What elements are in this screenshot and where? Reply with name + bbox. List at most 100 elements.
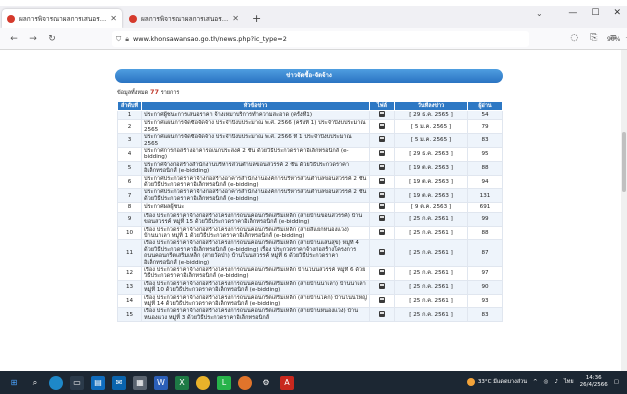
file-download-icon[interactable] [379,310,385,317]
news-title-link[interactable]: ประกาศจ้างก่อสร้างสำนักงานบริหารส่วนตำบล… [141,160,370,176]
language-indicator[interactable]: ไทย [564,378,574,386]
view-count: 79 [467,119,503,135]
notification-icon[interactable]: ▢ [614,379,619,385]
file-download-icon[interactable] [379,282,385,289]
view-count: 94 [467,174,503,190]
table-row[interactable]: 11 เรื่อง ประกวดราคาจ้างก่อสร้างโครงการถน… [117,239,503,267]
browser-tab-1[interactable]: ผลการพิจารณาผลการเสนอราคาประกวด ✕ [2,9,122,28]
table-row[interactable]: 8 ประกาศผลผู้ชนะ [ 9 ต.ค. 2563 ] 691 [117,202,503,213]
pocket-icon[interactable]: ◌ [570,33,578,43]
file-download-icon[interactable] [379,177,385,184]
news-title-link[interactable]: เรื่อง ประกวดราคาจ้างก่อสร้างโครงการถนนค… [141,239,370,267]
news-title-link[interactable]: เรื่อง ประกวดราคาจ้างก่อสร้างโครงการถนนค… [141,225,370,241]
file-download-icon[interactable] [379,191,385,198]
news-title-link[interactable]: ประกาศผู้ชนะการเสนอราคา จ้างเหมาบริการทำ… [141,109,370,121]
table-row[interactable]: 13 เรื่อง ประกวดราคาจ้างก่อสร้างโครงการถน… [117,279,503,295]
tab-close-icon[interactable]: ✕ [232,14,239,23]
col-header-file: ไฟล์ [369,101,395,111]
news-title-link[interactable]: เรื่อง ประกวดราคาจ้างก่อสร้างโครงการถนนค… [141,279,370,295]
maximize-icon[interactable]: ☐ [591,8,599,18]
reload-icon[interactable]: ↻ [47,34,57,44]
table-row[interactable]: 9 เรื่อง ประกวดราคาจ้างก่อสร้างโครงการถนน… [117,211,503,227]
news-date: [ 25 ก.ค. 2561 ] [394,279,468,295]
forward-arrow-icon[interactable]: → [28,34,38,44]
url-bar[interactable]: ⛉ 🔒︎ www.khonsawansao.go.th/news.php?ic_… [112,31,627,47]
new-tab-button[interactable]: + [252,9,261,28]
line-icon[interactable]: L [217,375,231,390]
table-row[interactable]: 3 ประกาศแผนการจัดซื้อจัดจ้าง ประจำปีงบประ… [117,133,503,149]
excel-icon[interactable]: X [175,375,189,390]
table-row[interactable]: 12 เรื่อง ประกวดราคาจ้างก่อสร้างโครงการถน… [117,265,503,281]
mail-icon[interactable]: ✉ [112,375,126,390]
view-count: 93 [467,293,503,309]
file-download-icon[interactable] [379,164,385,171]
news-title-link[interactable]: เรื่อง ประกวดราคาจ้างก่อสร้างโครงการถนนค… [141,307,370,323]
news-title-link[interactable]: เรื่อง ประกวดราคาจ้างก่อสร้างโครงการถนนค… [141,293,370,309]
calculator-icon[interactable]: ▦ [133,375,147,390]
table-row[interactable]: 6 ประกาศประกวดราคาจ้างก่อสร้างอาคารสำนักง… [117,174,503,190]
scrollbar-thumb[interactable] [622,132,626,192]
back-arrow-icon[interactable]: ← [9,34,19,44]
speaker-icon[interactable]: ♪ [554,379,558,385]
network-icon[interactable]: ◎ [544,379,549,385]
edge-browser-icon[interactable] [49,375,63,390]
news-title-link[interactable]: ประกาศประกวดราคาจ้างก่อสร้างอาคารสำนักงา… [141,188,370,204]
tracking-shield-icon[interactable]: ⛉ [116,35,121,44]
firefox-icon[interactable] [238,375,252,390]
acrobat-icon[interactable]: A [280,375,294,390]
table-row[interactable]: 15 เรื่อง ประกวดราคาจ้างก่อสร้างโครงการถน… [117,307,503,323]
file-download-icon[interactable] [379,296,385,303]
view-count: 95 [467,147,503,162]
news-title-link[interactable]: เรื่อง ประกวดราคาจ้างก่อสร้างโครงการถนนค… [141,211,370,227]
file-download-icon[interactable] [379,214,385,221]
table-row[interactable]: 14 เรื่อง ประกวดราคาจ้างก่อสร้างโครงการถน… [117,293,503,309]
col-header-views: ผู้อ่าน [467,101,503,111]
minimize-icon[interactable]: — [568,8,577,18]
menu-icon[interactable]: ≡ [609,33,617,43]
news-title-link[interactable]: ประกาศการก่อสร้างอาคารอเนกประสงค์ 2 ชั้น… [141,147,370,162]
row-number: 3 [117,133,142,149]
file-download-icon[interactable] [379,150,385,157]
extensions-icon[interactable]: ⎘ [590,33,597,43]
task-view-icon[interactable]: ▭ [70,375,84,390]
table-row[interactable]: 1 ประกาศผู้ชนะการเสนอราคา จ้างเหมาบริการท… [117,109,503,121]
browser-tab-2[interactable]: ผลการพิจารณาผลการเสนอราคาประกวด ✕ [124,9,244,28]
file-download-icon[interactable] [379,248,385,255]
word-icon[interactable]: W [154,375,168,390]
table-header-row: ลำดับที่ หัวข้อข่าว ไฟล์ วันที่ลงข่าว ผู… [117,101,503,111]
news-title-link[interactable]: ประกาศแผนการจัดซื้อจัดจ้าง ประจำปีงบประม… [141,119,370,135]
file-download-cell [369,174,395,190]
tab-close-icon[interactable]: ✕ [110,14,117,23]
table-row[interactable]: 4 ประกาศการก่อสร้างอาคารอเนกประสงค์ 2 ชั้… [117,147,503,162]
file-download-icon[interactable] [379,111,385,117]
news-title-link[interactable]: ประกาศประกวดราคาจ้างก่อสร้างอาคารสำนักงา… [141,174,370,190]
row-number: 12 [117,265,142,281]
table-row[interactable]: 10 เรื่อง ประกวดราคาจ้างก่อสร้างโครงการถน… [117,225,503,241]
table-row[interactable]: 5 ประกาศจ้างก่อสร้างสำนักงานบริหารส่วนตำบ… [117,160,503,176]
tray-chevron-icon[interactable]: ^ [533,379,538,385]
start-windows-icon[interactable]: ⊞ [7,376,21,390]
file-download-icon[interactable] [379,228,385,235]
table-row[interactable]: 7 ประกาศประกวดราคาจ้างก่อสร้างอาคารสำนักง… [117,188,503,204]
news-date: [ 25 ก.ค. 2561 ] [394,239,468,267]
table-row[interactable]: 2 ประกาศแผนการจัดซื้อจัดจ้าง ประจำปีงบประ… [117,119,503,135]
settings-gear-icon[interactable]: ⚙ [259,376,273,390]
news-title-link[interactable]: ประกาศแผนการจัดซื้อจัดจ้าง ประจำปีงบประม… [141,133,370,149]
search-icon[interactable]: ⌕ [28,376,42,390]
site-info-icon[interactable]: 🔒︎ [125,35,129,44]
file-download-icon[interactable] [379,203,385,210]
store-icon[interactable]: ▤ [91,375,105,390]
file-download-icon[interactable] [379,122,385,129]
news-title-link[interactable]: เรื่อง ประกวดราคาจ้างก่อสร้างโครงการถนนค… [141,265,370,281]
tab-list-chevron-icon[interactable]: ⌄ [536,9,543,18]
close-window-icon[interactable]: ✕ [613,8,621,18]
weather-widget[interactable]: 33°C มีแดดบางส่วน [466,377,527,386]
clock[interactable]: 14:36 26/4/2566 [580,375,608,388]
col-header-date: วันที่ลงข่าว [394,101,468,111]
chrome-icon[interactable] [196,375,210,390]
file-download-icon[interactable] [379,136,385,143]
file-download-cell [369,202,395,213]
file-download-icon[interactable] [379,269,385,276]
news-title-link[interactable]: ประกาศผลผู้ชนะ [141,202,370,213]
page-scrollbar[interactable] [621,50,627,371]
